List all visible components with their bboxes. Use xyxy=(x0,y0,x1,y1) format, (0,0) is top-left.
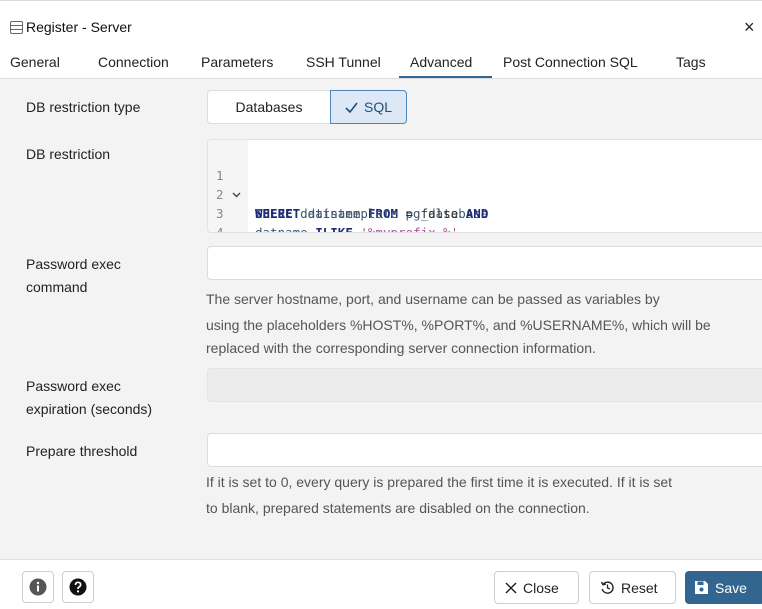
check-icon xyxy=(345,102,358,113)
tab-advanced[interactable]: Advanced xyxy=(410,54,472,70)
info-button[interactable] xyxy=(22,571,54,603)
db-restriction-sql-editor[interactable]: 1 SELECT datname FROM pg_database 2 WHER… xyxy=(207,139,762,233)
db-restriction-label: DB restriction xyxy=(26,146,111,162)
db-restriction-type-toggle: Databases SQL xyxy=(207,90,407,124)
tab-parameters[interactable]: Parameters xyxy=(201,54,273,70)
close-button[interactable]: Close xyxy=(494,571,579,604)
code-line: 2 WHERE datistemplate = false AND xyxy=(208,166,488,221)
active-tab-indicator xyxy=(399,76,492,78)
server-icon xyxy=(10,21,23,34)
db-restriction-type-label: DB restriction type xyxy=(26,99,141,115)
tab-bar: General Connection Parameters SSH Tunnel… xyxy=(0,45,762,79)
code-line: 1 SELECT datname FROM pg_database xyxy=(208,147,488,221)
password-exec-help-line3: replaced with the corresponding server c… xyxy=(206,340,596,356)
title-bar: Register - Server × xyxy=(0,13,762,43)
password-exec-help-line1: The server hostname, port, and username … xyxy=(206,291,660,307)
save-icon xyxy=(694,580,709,595)
tab-ssh-tunnel[interactable]: SSH Tunnel xyxy=(306,54,381,70)
sql-option-button[interactable]: SQL xyxy=(330,90,407,124)
code-line: 3 datname ILIKE '%myprefix_%' xyxy=(208,185,458,232)
reset-button-label: Reset xyxy=(621,579,658,596)
code-line: 4 ORDER BY datname xyxy=(208,204,268,232)
close-button-label: Close xyxy=(523,579,559,596)
close-icon xyxy=(505,581,517,594)
save-button[interactable]: Save xyxy=(685,571,762,604)
password-exec-expiration-input[interactable] xyxy=(207,368,762,402)
databases-option-button[interactable]: Databases xyxy=(207,90,330,124)
tab-tags[interactable]: Tags xyxy=(676,54,706,70)
register-server-dialog: Register - Server × General Connection P… xyxy=(0,0,762,609)
password-exec-command-input[interactable] xyxy=(207,246,762,280)
tab-post-connection-sql[interactable]: Post Connection SQL xyxy=(503,54,638,70)
code-text: datname ILIKE '%myprefix_%' xyxy=(255,225,459,233)
prepare-threshold-input[interactable] xyxy=(207,433,762,467)
reset-icon xyxy=(600,580,615,595)
dialog-title: Register - Server xyxy=(26,19,132,35)
prepare-threshold-label: Prepare threshold xyxy=(26,443,138,459)
password-exec-command-label-line1: Password exec xyxy=(26,256,121,272)
close-icon[interactable]: × xyxy=(744,17,755,38)
password-exec-expiration-label-line2: expiration (seconds) xyxy=(26,401,153,417)
save-button-label: Save xyxy=(715,579,747,596)
code-text: WHERE datistemplate = false AND xyxy=(255,206,489,221)
sql-option-label: SQL xyxy=(363,99,392,115)
password-exec-expiration-label-line1: Password exec xyxy=(26,378,121,394)
line-number: 4 xyxy=(216,225,224,233)
tab-connection[interactable]: Connection xyxy=(98,54,169,70)
prepare-threshold-help-line1: If it is set to 0, every query is prepar… xyxy=(206,474,673,490)
tab-general[interactable]: General xyxy=(10,54,60,70)
question-icon xyxy=(69,578,87,596)
databases-option-label: Databases xyxy=(235,99,303,115)
advanced-tab-panel: DB restriction type Databases SQL DB res… xyxy=(0,79,762,559)
info-icon xyxy=(29,578,47,596)
password-exec-command-label-line2: command xyxy=(26,279,88,295)
dialog-footer: Close Reset Save xyxy=(0,559,762,609)
help-button[interactable] xyxy=(62,571,94,603)
reset-button[interactable]: Reset xyxy=(589,571,676,604)
prepare-threshold-help-line2: to blank, prepared statements are disabl… xyxy=(206,500,590,516)
